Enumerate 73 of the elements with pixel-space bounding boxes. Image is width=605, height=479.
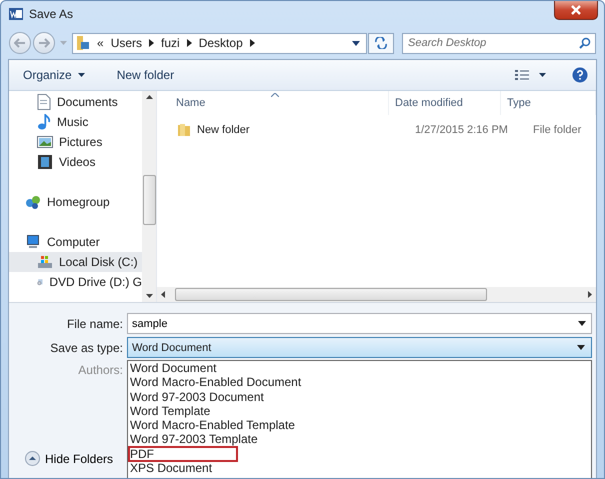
- window-title: Save As: [29, 7, 74, 21]
- save-as-type-dropdown[interactable]: Word Document: [127, 337, 592, 358]
- chevron-icon[interactable]: [186, 39, 192, 47]
- file-type-option[interactable]: Word 97-2003 Document: [129, 390, 589, 404]
- scroll-left-arrow-icon[interactable]: [161, 291, 165, 298]
- horizontal-scrollbar[interactable]: [157, 287, 596, 302]
- file-name: New folder: [197, 124, 250, 136]
- file-name-label: File name:: [66, 316, 123, 330]
- column-header[interactable]: Name: [157, 91, 389, 115]
- scroll-down-arrow-icon[interactable]: [146, 294, 152, 298]
- computer-icon: [25, 234, 41, 250]
- film-icon: [37, 154, 53, 170]
- hide-folders-button[interactable]: Hide Folders: [25, 451, 114, 466]
- search-field[interactable]: Search Desktop: [402, 32, 596, 54]
- help-icon[interactable]: [572, 67, 588, 83]
- view-options-icon[interactable]: [515, 69, 529, 81]
- file-row[interactable]: New folder 1/27/2015 2:16 PM File folder: [157, 115, 596, 145]
- search-icon: [579, 36, 591, 48]
- chevron-icon[interactable]: [250, 39, 255, 47]
- column-header[interactable]: Date modified: [389, 91, 501, 115]
- dropdown-caret-icon[interactable]: [578, 321, 586, 326]
- vertical-scrollbar[interactable]: [142, 91, 156, 302]
- nav-item[interactable]: Computer: [9, 232, 142, 252]
- breadcrumb[interactable]: Users: [110, 36, 142, 50]
- file-type-option[interactable]: Word Macro-Enabled Template: [129, 418, 589, 432]
- file-type-option[interactable]: Word Macro-Enabled Document: [129, 375, 589, 390]
- document-icon: [37, 94, 51, 110]
- scroll-right-arrow-icon[interactable]: [588, 291, 592, 298]
- forward-arrow-icon: [38, 38, 50, 48]
- refresh-icon: [374, 37, 388, 49]
- nav-item[interactable]: Pictures: [9, 132, 142, 152]
- scroll-thumb[interactable]: [142, 175, 156, 225]
- close-button[interactable]: [554, 1, 598, 20]
- nav-item[interactable]: Documents: [9, 92, 142, 112]
- organize-button[interactable]: Organize: [19, 66, 89, 84]
- homegroup-icon: [25, 194, 41, 210]
- refresh-button[interactable]: [368, 32, 394, 54]
- nav-item[interactable]: Music: [9, 112, 142, 132]
- file-type-option[interactable]: Word Template: [129, 404, 589, 418]
- file-name-field[interactable]: sample: [127, 313, 592, 334]
- music-note-icon: [37, 114, 51, 130]
- nav-item[interactable]: Videos: [9, 152, 142, 172]
- caret-icon[interactable]: [539, 73, 546, 77]
- dropdown-caret-icon: [577, 345, 585, 350]
- date-cell-text: 1/27/2015 2:16 PM: [414, 124, 509, 136]
- picture-icon: [37, 135, 53, 149]
- address-bar[interactable]: « Users fuzi Desktop: [72, 32, 367, 54]
- breadcrumb-overflow[interactable]: «: [97, 36, 104, 50]
- file-type-option[interactable]: Word 97-2003 Template: [129, 432, 589, 447]
- folder-icon: [177, 123, 191, 137]
- caret-icon: [78, 73, 85, 77]
- file-type-option[interactable]: Word Document: [129, 361, 589, 376]
- close-icon: [571, 5, 581, 15]
- type-cell-text: File folder: [532, 124, 582, 136]
- new-folder-button[interactable]: New folder: [112, 66, 178, 84]
- chevron-icon[interactable]: [149, 39, 154, 47]
- back-arrow-icon: [14, 38, 26, 48]
- column-header[interactable]: Type: [501, 91, 596, 115]
- word-app-icon: [9, 7, 23, 21]
- file-type-option[interactable]: XPS Document: [129, 461, 589, 476]
- breadcrumb[interactable]: Desktop: [198, 36, 243, 50]
- authors-label: Authors:: [77, 363, 123, 377]
- dropdown-caret-icon[interactable]: [352, 40, 360, 46]
- nav-item[interactable]: Homegroup: [9, 192, 142, 212]
- file-type-option[interactable]: PDF: [129, 446, 237, 462]
- scroll-up-arrow-icon[interactable]: [146, 95, 152, 99]
- folder-icon: [76, 35, 90, 51]
- save-as-type-label: Save as type:: [49, 340, 123, 354]
- nav-item[interactable]: Local Disk (C:): [9, 252, 142, 272]
- breadcrumb[interactable]: fuzi: [161, 36, 180, 50]
- drive-icon: [37, 254, 53, 270]
- scroll-thumb[interactable]: [175, 288, 487, 301]
- nav-item[interactable]: DVD Drive (D:) G: [9, 272, 142, 292]
